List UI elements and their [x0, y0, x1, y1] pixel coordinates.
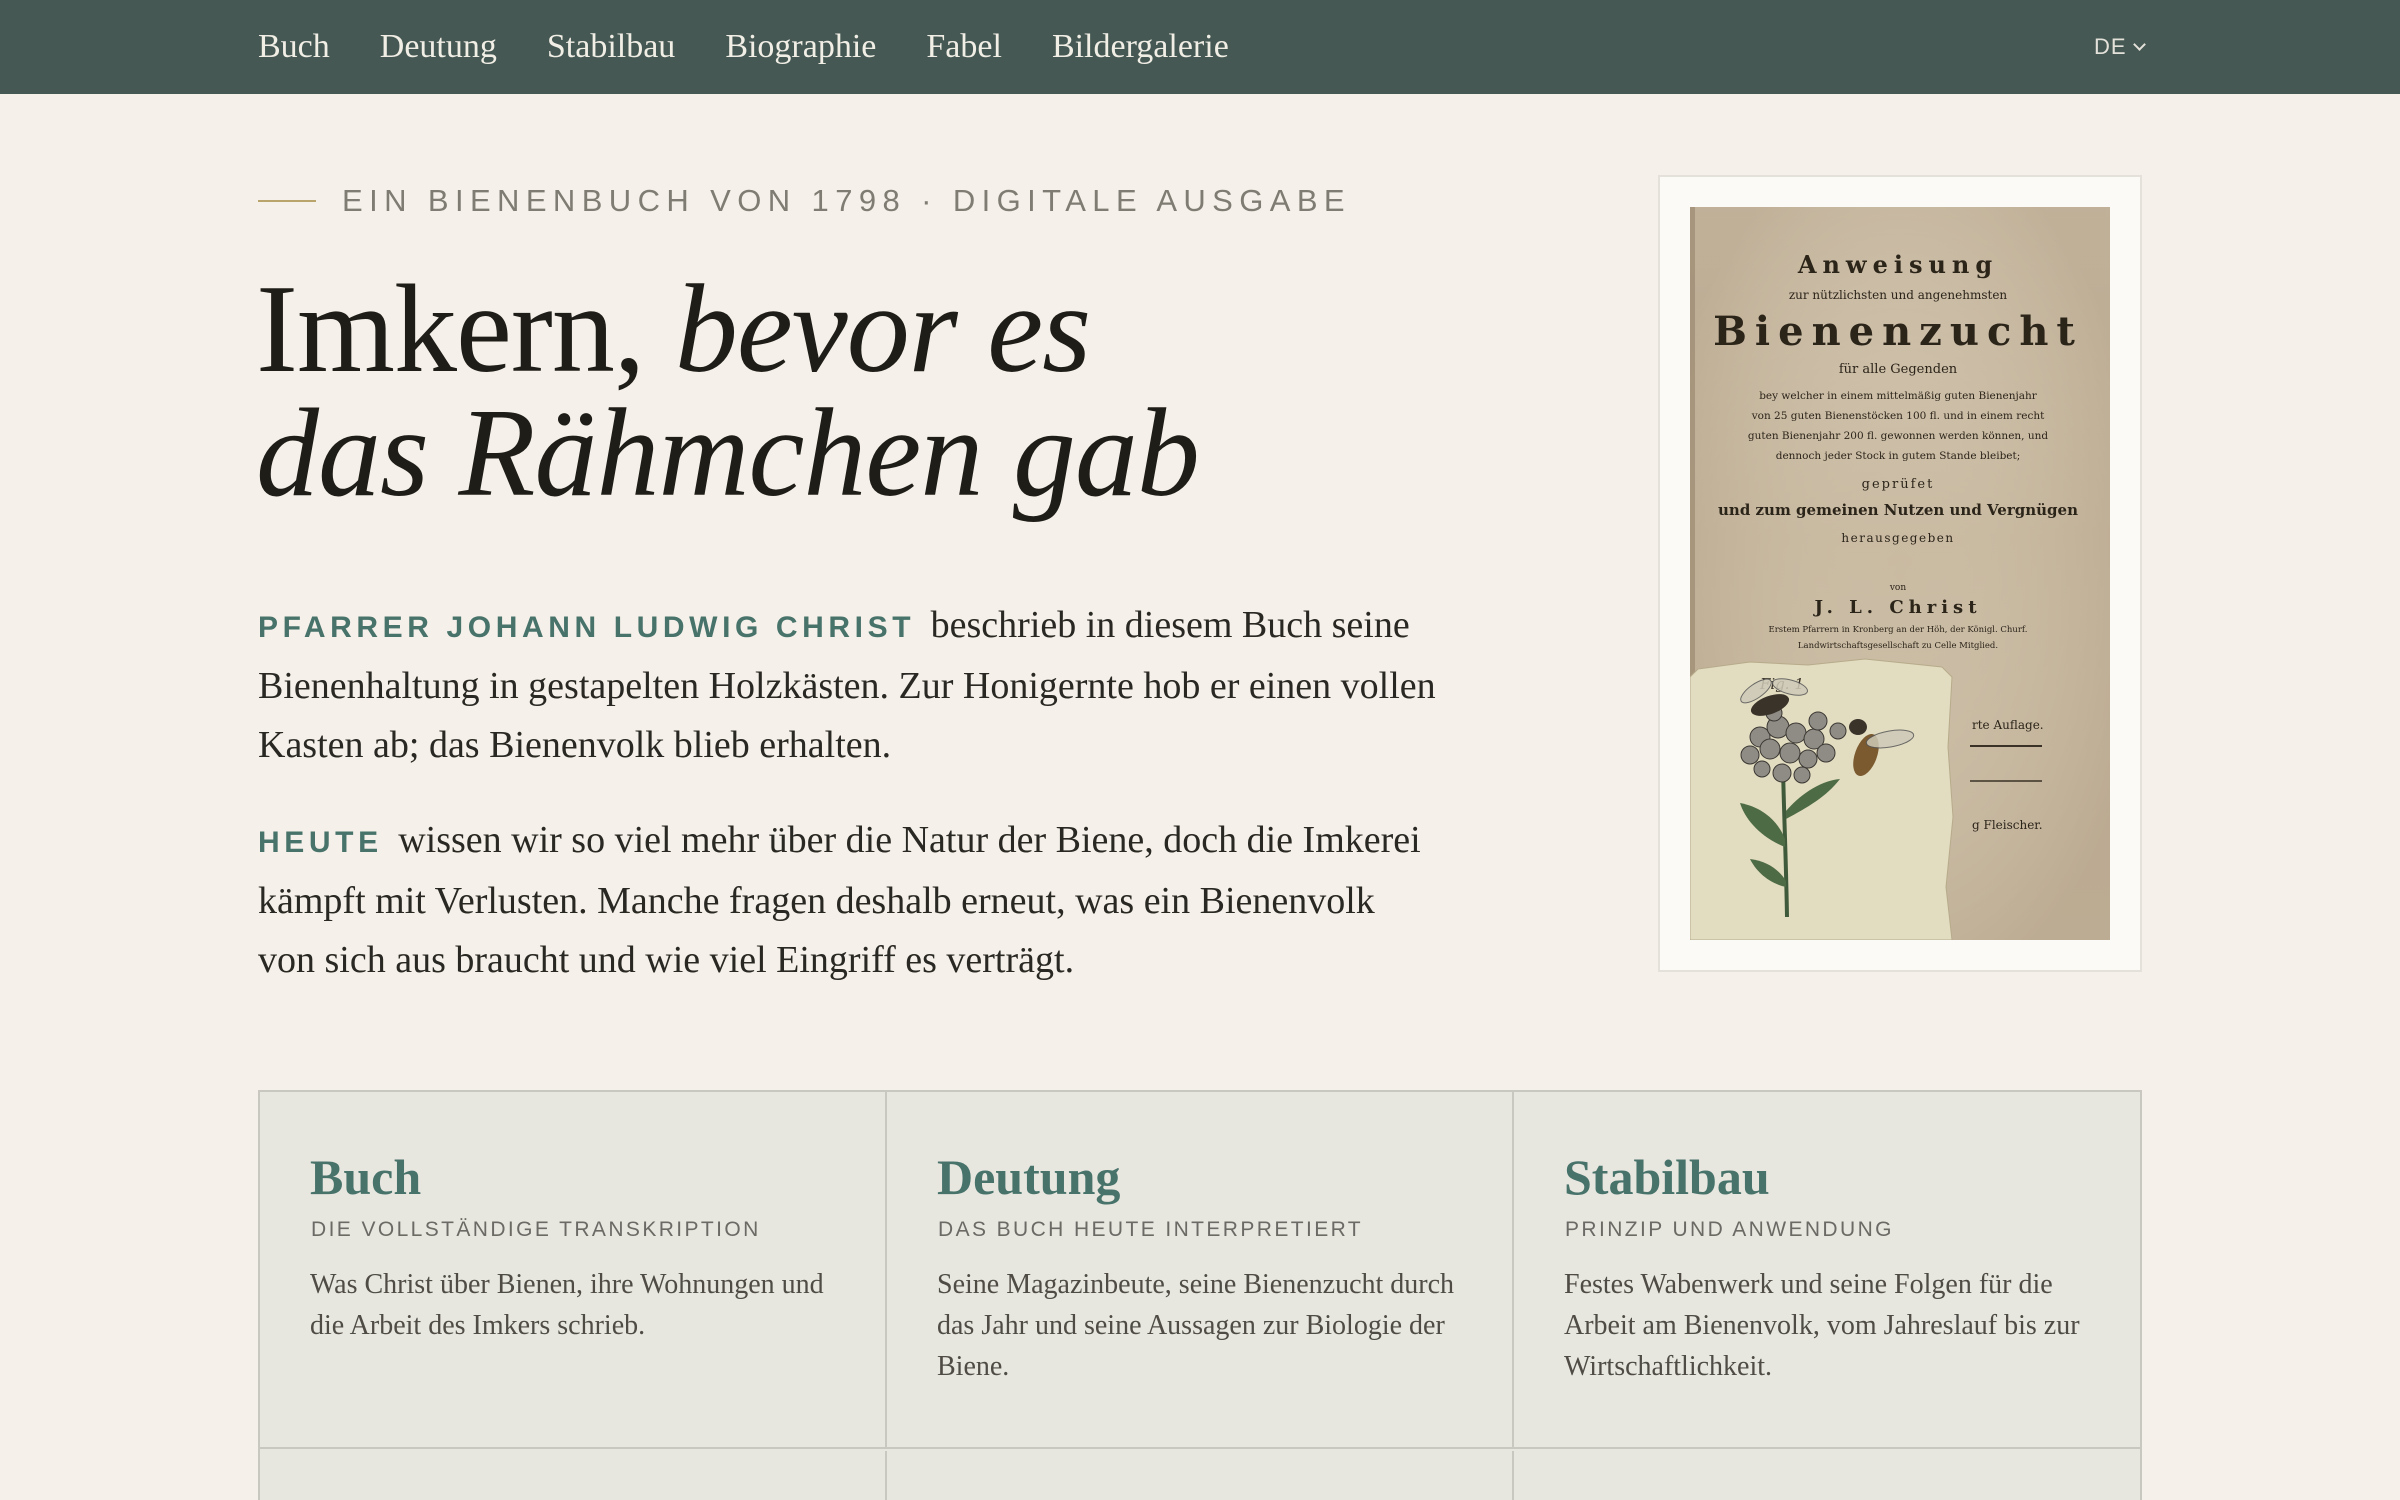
nav-link-stabilbau[interactable]: Stabilbau [547, 28, 675, 66]
card-description: Seine Magazinbeute, seine Bienenzucht du… [937, 1269, 1455, 1382]
book-line-12: von [1889, 583, 1907, 593]
card-title: Stabilbau [1564, 1149, 1770, 1205]
card-row-2-cell [260, 1451, 887, 1500]
nav-link-buch[interactable]: Buch [258, 28, 330, 66]
card-subtitle: DAS BUCH HEUTE INTERPRETIERT [938, 1218, 1364, 1241]
nav-link-bildergalerie[interactable]: Bildergalerie [1052, 28, 1229, 66]
card-deutung[interactable]: Deutung DAS BUCH HEUTE INTERPRETIERT Sei… [887, 1092, 1514, 1449]
headline-italic-1: bevor es [674, 260, 1091, 399]
card-title: Buch [310, 1149, 422, 1205]
book-line-4: für alle Gegenden [1839, 362, 1958, 377]
book-line-3: Bienenzucht [1713, 308, 2083, 355]
top-navigation: Buch Deutung Stabilbau Biographie Fabel … [0, 0, 2400, 94]
book-title-page: Anweisung zur nützlichsten und angenehms… [1690, 207, 2110, 940]
card-buch[interactable]: Buch DIE VOLLSTÄNDIGE TRANSKRIPTION Was … [260, 1092, 887, 1449]
eyebrow-text: EIN BIENENBUCH VON 1798 · DIGITALE AUSGA… [342, 183, 1352, 218]
book-partial-1: rte Auflage. [1972, 718, 2044, 732]
nav-links: Buch Deutung Stabilbau Biographie Fabel … [258, 0, 1279, 94]
chevron-down-icon [2132, 38, 2146, 51]
eyebrow: EIN BIENENBUCH VON 1798 · DIGITALE AUSGA… [258, 180, 1351, 222]
headline-roman: Imkern, [256, 260, 645, 399]
book-line-9: geprüfet [1862, 477, 1935, 492]
section-cards: Buch DIE VOLLSTÄNDIGE TRANSKRIPTION Was … [258, 1090, 2142, 1500]
book-line-14: Erstem Pfarrern in Kronberg an der Höh, … [1769, 625, 2028, 635]
today-paragraph: HEUTE wissen wir so viel mehr über die N… [258, 811, 1438, 990]
card-description: Festes Wabenwerk und seine Folgen für di… [1564, 1269, 2080, 1382]
book-title-page-illustration: Anweisung zur nützlichsten und angenehms… [1690, 207, 2110, 940]
book-line-13: J. L. Christ [1812, 597, 1981, 618]
book-line-8: dennoch jeder Stock in gutem Stande blei… [1776, 450, 2021, 462]
today-lead: HEUTE [258, 826, 383, 859]
language-label: DE [2094, 34, 2127, 59]
today-text: wissen wir so viel mehr über die Natur d… [258, 819, 1421, 981]
book-line-7: guten Bienenjahr 200 fl. gewonnen werden… [1748, 430, 2048, 442]
book-line-6: von 25 guten Bienenstöcken 100 fl. und i… [1751, 410, 2045, 422]
card-row-2-cell [887, 1451, 1514, 1500]
book-line-1: Anweisung [1797, 250, 1998, 279]
book-partial-2: g Fleischer. [1972, 818, 2043, 832]
language-selector[interactable]: DE [2094, 31, 2146, 63]
card-stabilbau[interactable]: Stabilbau PRINZIP UND ANWENDUNG Festes W… [1514, 1092, 2142, 1449]
eyebrow-rule [258, 200, 316, 202]
intro-paragraph: PFARRER JOHANN LUDWIG CHRIST beschrieb i… [258, 596, 1438, 775]
book-line-5: bey welcher in einem mittelmäßig guten B… [1759, 390, 2038, 402]
book-line-11: herausgegeben [1841, 531, 1954, 545]
book-cover-figure[interactable]: Anweisung zur nützlichsten und angenehms… [1658, 175, 2142, 972]
book-line-2: zur nützlichsten und angenehmsten [1789, 288, 2008, 302]
card-title: Deutung [937, 1149, 1121, 1205]
nav-link-fabel[interactable]: Fabel [926, 28, 1002, 66]
nav-link-biographie[interactable]: Biographie [725, 28, 876, 66]
page-title: Imkern, bevor es das Rähmchen gab [256, 267, 1356, 517]
book-line-10: und zum gemeinen Nutzen und Vergnügen [1718, 501, 2078, 519]
card-description: Was Christ über Bienen, ihre Wohnungen u… [310, 1269, 824, 1341]
card-subtitle: PRINZIP UND ANWENDUNG [1565, 1218, 1894, 1241]
card-subtitle: DIE VOLLSTÄNDIGE TRANSKRIPTION [311, 1218, 761, 1241]
book-line-15: Landwirtschaftsgesellschaft zu Celle Mit… [1798, 641, 1998, 651]
nav-link-deutung[interactable]: Deutung [380, 28, 497, 66]
headline-italic-2: das Rähmchen gab [256, 384, 1200, 523]
intro-lead: PFARRER JOHANN LUDWIG CHRIST [258, 611, 916, 644]
